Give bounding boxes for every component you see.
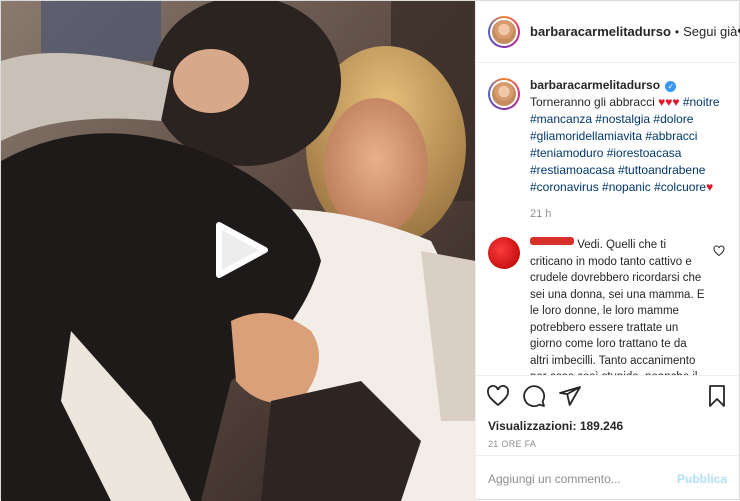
comments-section: barbaracarmelitadurso ✓ Torneranno gli a… [476,63,739,375]
comment-icon [523,384,546,407]
author-avatar[interactable] [488,15,520,48]
views-value: 189.246 [579,419,624,433]
view-count[interactable]: Visualizzazioni: 189.246 [476,415,739,437]
caption-text: barbaracarmelitadurso ✓ Torneranno gli a… [530,77,723,223]
post-timestamp[interactable]: 21 ORE FA [476,437,739,455]
comment-body: Vedi. Quelli che ti criticano in modo ta… [530,237,708,375]
views-label: Visualizzazioni: [488,419,577,433]
share-button[interactable] [558,384,582,408]
comment-like-icon[interactable] [713,245,725,257]
heart-icon [487,384,509,406]
caption-username[interactable]: barbaracarmelitadurso [530,78,660,92]
heart-emoji-end-icon: ♥ [706,180,714,194]
post-video[interactable] [1,1,475,501]
share-icon [559,385,581,406]
caption-avatar[interactable] [488,78,520,110]
verified-badge-icon: ✓ [665,81,677,92]
heart-emoji-icon: ♥♥♥ [658,95,680,109]
play-button[interactable] [213,221,269,279]
caption-body: Torneranno gli abbracci [530,95,655,109]
commenter-avatar[interactable] [488,237,520,269]
like-button[interactable] [486,384,510,408]
redacted-username [530,237,574,245]
bookmark-icon [709,384,725,407]
author-username[interactable]: barbaracarmelitadurso [530,24,671,39]
post-sidebar: barbaracarmelitadurso • Segui già ••• ba… [475,1,740,501]
follow-button[interactable]: Segui già [683,24,737,39]
caption-time[interactable]: 21 h [530,206,723,223]
action-bar [476,375,739,415]
instagram-post: barbaracarmelitadurso • Segui già ••• ba… [0,0,740,501]
post-header: barbaracarmelitadurso • Segui già ••• [476,1,740,63]
caption-hashtags[interactable]: #noitre #mancanza #nostalgia #dolore #gl… [530,95,720,194]
publish-button[interactable]: Pubblica [677,472,727,486]
post-caption: barbaracarmelitadurso ✓ Torneranno gli a… [488,77,723,223]
comment-text: Vedi. Quelli che ti criticano in modo ta… [530,239,705,375]
separator-dot: • [674,24,680,39]
save-button[interactable] [705,384,729,408]
comment-input[interactable]: Aggiungi un commento... [488,472,621,486]
add-comment-bar: Aggiungi un commento... Pubblica [476,455,739,501]
comment-button[interactable] [522,384,546,408]
comment-item: Vedi. Quelli che ti criticano in modo ta… [488,237,725,375]
play-icon [216,222,268,278]
